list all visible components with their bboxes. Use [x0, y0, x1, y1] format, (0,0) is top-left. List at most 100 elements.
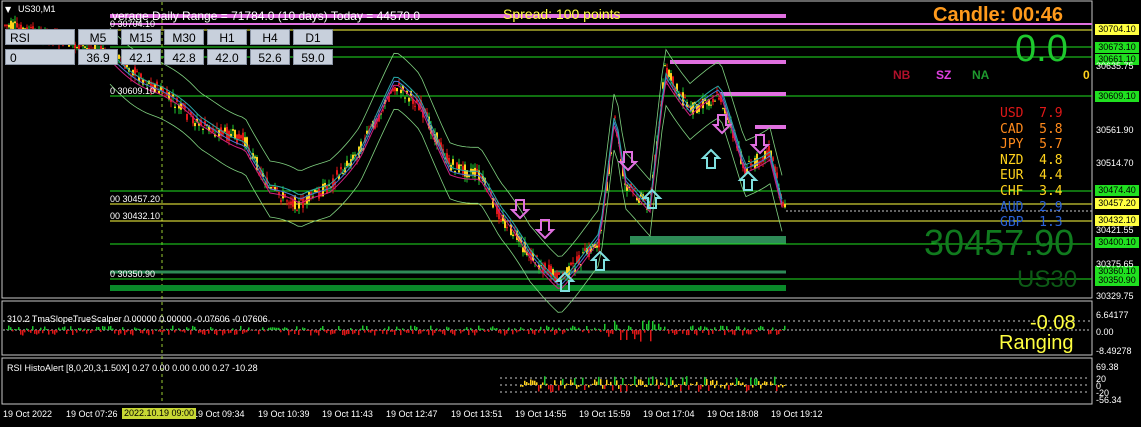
- candle-body: [614, 116, 616, 118]
- histogram-bar: [730, 382, 732, 385]
- tf-button-h1[interactable]: H1: [207, 29, 247, 45]
- histogram-bar: [244, 330, 246, 333]
- histogram-bar: [762, 383, 764, 385]
- histogram-bar: [726, 382, 728, 385]
- candle-body: [346, 160, 348, 167]
- candle-body: [202, 128, 204, 130]
- candle-timer: Candle: 00:46: [933, 4, 1064, 26]
- right-zero: 0: [1083, 68, 1090, 82]
- histogram-bar: [44, 326, 46, 330]
- histogram-bar: [562, 378, 564, 385]
- histogram-bar: [554, 380, 556, 385]
- tf-button-m15[interactable]: M15: [121, 29, 161, 45]
- tf-button-h4[interactable]: H4: [250, 29, 290, 45]
- band-line: [109, 55, 783, 285]
- histogram-bar: [308, 330, 310, 331]
- tf-button-m30[interactable]: M30: [164, 29, 204, 45]
- histogram-bar: [688, 385, 690, 390]
- histogram-bar: [710, 380, 712, 385]
- candle-body: [550, 265, 552, 278]
- candle-body: [760, 162, 762, 164]
- histogram-bar: [782, 329, 784, 330]
- currency-strength-nzd: NZD 4.8: [1000, 152, 1063, 168]
- histogram-bar: [222, 330, 224, 336]
- time-tick: 19 Oct 10:39: [258, 409, 310, 419]
- histogram-bar: [224, 330, 226, 334]
- price-tag: 30400.10: [1095, 237, 1139, 248]
- candle-body: [272, 186, 274, 188]
- histogram-bar: [598, 376, 600, 385]
- histogram-bar: [274, 327, 276, 330]
- histogram-bar: [714, 327, 716, 330]
- histogram-bar: [54, 330, 56, 335]
- histogram-bar: [12, 330, 14, 332]
- symbol-dropdown-icon[interactable]: ▼: [5, 6, 11, 14]
- histogram-bar: [650, 330, 652, 342]
- histogram-bar: [508, 327, 510, 330]
- price-tag: 30350.90: [1095, 275, 1139, 286]
- histogram-bar: [764, 381, 766, 385]
- chart-window[interactable]: ▼ US30,M1 verage Daily Range = 71784.0 (…: [0, 0, 1141, 427]
- histogram-bar: [672, 330, 674, 334]
- histogram-bar: [200, 330, 202, 333]
- histogram-bar: [570, 327, 572, 330]
- tf-button-d1[interactable]: D1: [293, 29, 333, 45]
- histogram-bar: [454, 330, 456, 336]
- histogram-bar: [466, 327, 468, 330]
- candle-body: [712, 98, 714, 103]
- histogram-bar: [602, 385, 604, 389]
- histogram-bar: [210, 326, 212, 330]
- level-label: 00 30457.20: [110, 194, 161, 204]
- histogram-bar: [304, 328, 306, 330]
- candle-body: [16, 22, 18, 28]
- rsi-value-h4: 52.6: [250, 49, 290, 65]
- histogram-bar: [558, 327, 560, 330]
- histogram-bar: [720, 325, 722, 330]
- candle-body: [4, 24, 6, 26]
- flag-na: NA: [972, 68, 990, 82]
- candle-body: [396, 88, 398, 92]
- histogram-bar: [72, 330, 74, 335]
- histogram-bar: [606, 379, 608, 385]
- histogram-bar: [546, 325, 548, 330]
- histogram-bar: [288, 330, 290, 336]
- histogram-bar: [250, 330, 252, 331]
- histogram-bar: [746, 330, 748, 334]
- histogram-bar: [522, 328, 524, 330]
- histogram-bar: [626, 330, 628, 340]
- rsi-histo-alert-histogram: [520, 376, 786, 393]
- histogram-bar: [616, 324, 618, 330]
- histogram-bar: [178, 328, 180, 330]
- histogram-bar: [534, 380, 536, 385]
- histogram-bar: [198, 330, 200, 334]
- histogram-bar: [126, 330, 128, 333]
- candle-body: [286, 200, 288, 202]
- histogram-bar: [620, 330, 622, 341]
- histogram-bar: [170, 328, 172, 330]
- histogram-bar: [542, 382, 544, 385]
- tf-button-m5[interactable]: M5: [78, 29, 118, 45]
- histogram-bar: [706, 379, 708, 385]
- histogram-bar: [664, 385, 666, 387]
- histogram-bar: [26, 328, 28, 330]
- histogram-bar: [130, 330, 132, 335]
- histogram-bar: [772, 383, 774, 385]
- histogram-bar: [360, 328, 362, 330]
- histogram-bar: [644, 385, 646, 387]
- candle-body: [186, 114, 188, 120]
- histogram-bar: [284, 327, 286, 330]
- histogram-bar: [358, 330, 360, 336]
- histogram-bar: [610, 330, 612, 334]
- histogram-bar: [482, 328, 484, 330]
- histogram-bar: [472, 330, 474, 333]
- histogram-bar: [686, 330, 688, 336]
- histogram-bar: [642, 320, 644, 330]
- currency-strength-chf: CHF 3.4: [1000, 184, 1063, 199]
- histogram-bar: [144, 328, 146, 330]
- histogram-bar: [776, 330, 778, 335]
- histogram-bar: [600, 379, 602, 385]
- candle-body: [558, 272, 560, 275]
- histogram-bar: [710, 328, 712, 330]
- histogram-bar: [132, 330, 134, 336]
- histogram-bar: [500, 330, 502, 334]
